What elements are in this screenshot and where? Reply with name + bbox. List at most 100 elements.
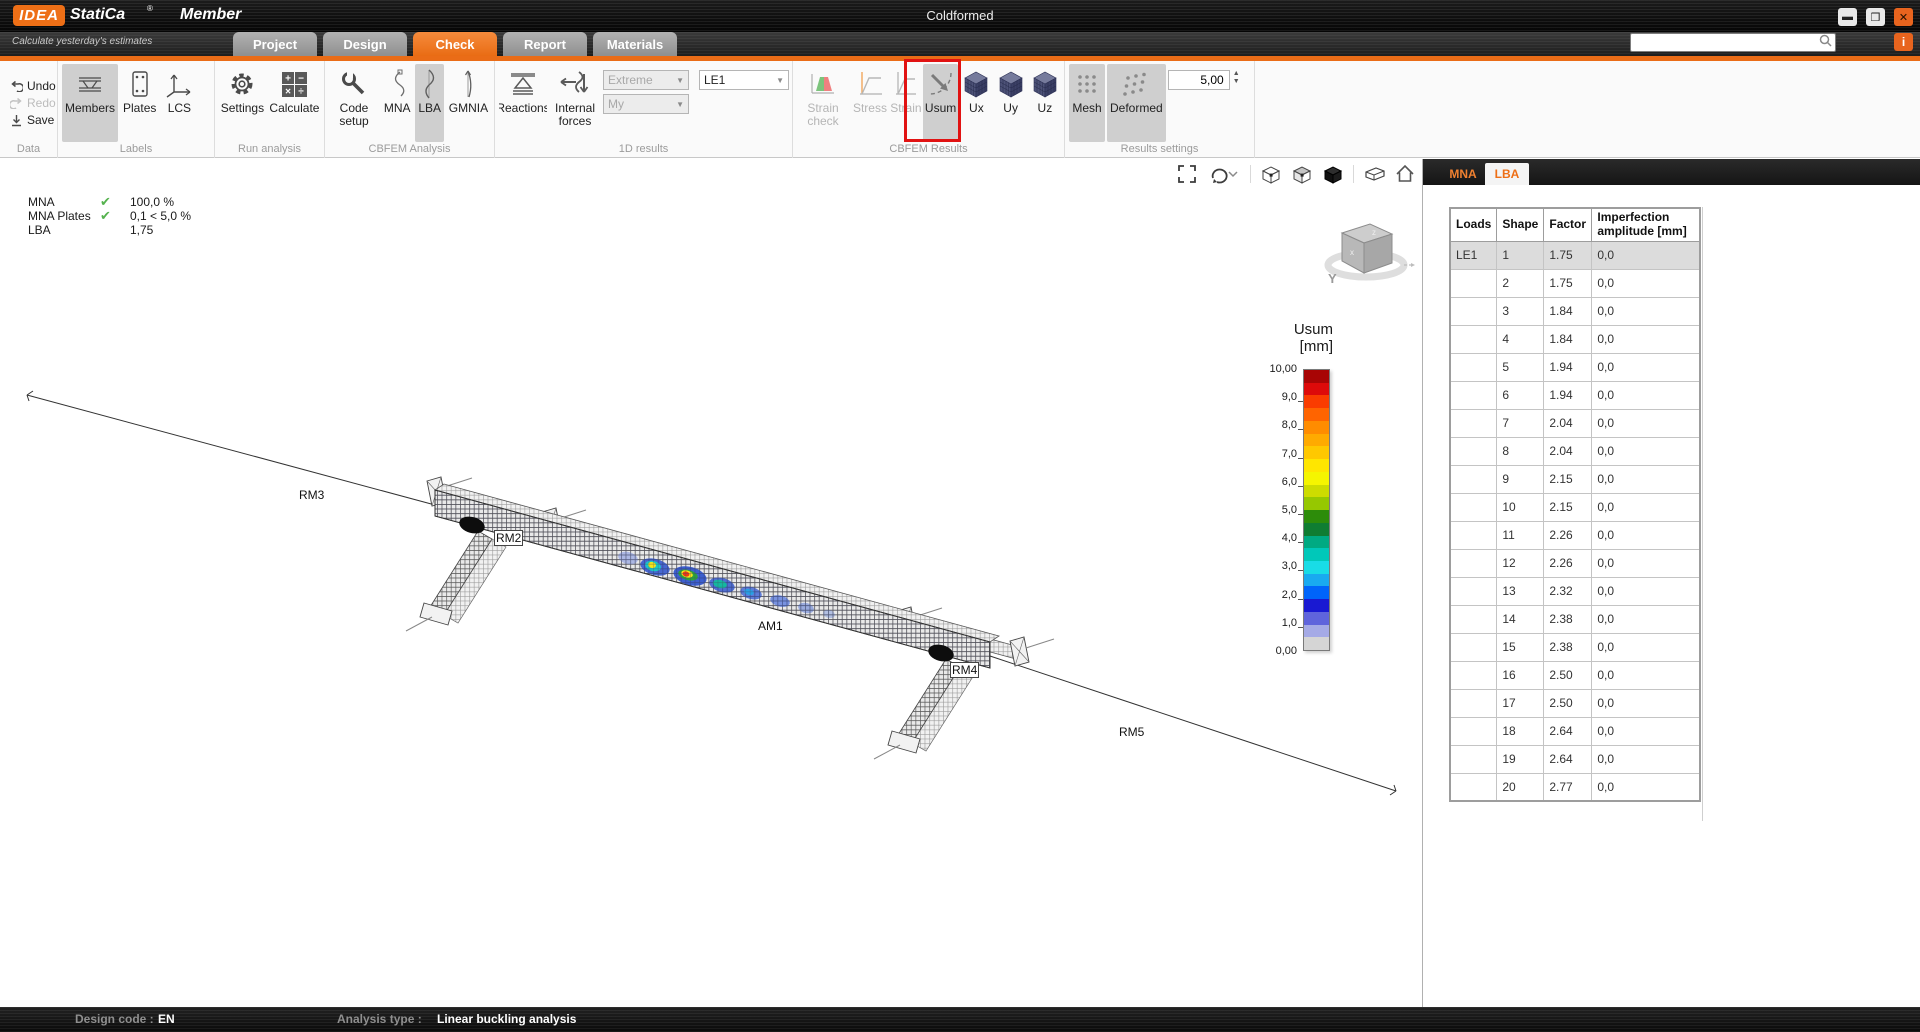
table-row[interactable]: 192.640,0 — [1450, 745, 1700, 773]
save-button[interactable]: Save — [8, 113, 58, 127]
legend-color-band — [1304, 446, 1329, 459]
zoom-fit-icon[interactable] — [1176, 163, 1198, 185]
table-cell-imperfection: 0,0 — [1592, 465, 1700, 493]
settings-gear-icon — [227, 66, 257, 102]
table-cell-factor: 2.15 — [1544, 493, 1592, 521]
scale-value-input[interactable] — [1168, 70, 1230, 90]
mna-button[interactable]: MNA — [381, 64, 413, 142]
table-cell-imperfection: 0,0 — [1592, 605, 1700, 633]
table-row[interactable]: 132.320,0 — [1450, 577, 1700, 605]
table-cell-shape: 18 — [1497, 717, 1544, 745]
tab-report[interactable]: Report — [503, 32, 587, 56]
panel-tab-lba[interactable]: LBA — [1485, 163, 1529, 185]
strain-icon — [893, 66, 919, 102]
model-viewport[interactable]: MNA ✔ 100,0 % MNA Plates ✔ 0,1 < 5,0 % L… — [0, 159, 1422, 1007]
close-button[interactable]: ✕ — [1894, 8, 1913, 26]
svg-text:x: x — [1350, 248, 1354, 257]
tab-design[interactable]: Design — [323, 32, 407, 56]
table-row[interactable]: 112.260,0 — [1450, 521, 1700, 549]
minimize-button[interactable]: ▬ — [1838, 8, 1857, 26]
gmnia-button[interactable]: GMNIA — [446, 64, 491, 142]
col-shape: Shape — [1497, 208, 1544, 241]
table-cell-factor: 2.38 — [1544, 605, 1592, 633]
tab-check[interactable]: Check — [413, 32, 497, 56]
uy-beam-icon — [997, 66, 1025, 102]
settings-button[interactable]: Settings — [219, 64, 266, 142]
spinner-down-icon[interactable]: ▼ — [1233, 78, 1240, 86]
table-row[interactable]: 152.380,0 — [1450, 633, 1700, 661]
extreme-dropdown[interactable]: Extreme▼ — [603, 70, 689, 90]
internal-forces-button[interactable]: Internal forces — [549, 64, 601, 142]
search-box[interactable] — [1630, 33, 1836, 52]
search-input[interactable] — [1631, 35, 1816, 50]
solid-view-icon[interactable] — [1322, 163, 1344, 185]
my-dropdown[interactable]: My▼ — [603, 94, 689, 114]
legend-color-band — [1304, 459, 1329, 472]
lcs-icon — [164, 66, 194, 102]
usum-button[interactable]: Usum — [923, 64, 958, 142]
uz-button[interactable]: Uz — [1029, 64, 1061, 142]
table-cell-factor: 2.04 — [1544, 437, 1592, 465]
info-button[interactable]: i — [1894, 33, 1913, 51]
table-row[interactable]: 142.380,0 — [1450, 605, 1700, 633]
panel-tab-mna[interactable]: MNA — [1441, 163, 1485, 185]
table-row[interactable]: 41.840,0 — [1450, 325, 1700, 353]
group-label-run: Run analysis — [215, 142, 324, 158]
uy-button[interactable]: Uy — [995, 64, 1027, 142]
shaded-view-icon[interactable] — [1291, 163, 1313, 185]
table-row[interactable]: 72.040,0 — [1450, 409, 1700, 437]
stress-button[interactable]: Stress — [851, 64, 889, 142]
table-row[interactable]: 202.770,0 — [1450, 773, 1700, 801]
ux-beam-icon — [962, 66, 990, 102]
table-row[interactable]: 102.150,0 — [1450, 493, 1700, 521]
table-row[interactable]: 82.040,0 — [1450, 437, 1700, 465]
home-view-icon[interactable] — [1394, 163, 1416, 185]
code-setup-button[interactable]: Code setup — [329, 64, 379, 142]
spinner-up-icon[interactable]: ▲ — [1233, 70, 1240, 78]
stress-icon — [856, 66, 884, 102]
table-row[interactable]: 162.500,0 — [1450, 661, 1700, 689]
table-cell-shape: 19 — [1497, 745, 1544, 773]
maximize-button[interactable]: ❒ — [1866, 8, 1885, 26]
design-code-label: Design code : — [75, 1012, 154, 1026]
strain-button[interactable]: Strain — [891, 64, 921, 142]
table-row[interactable]: 172.500,0 — [1450, 689, 1700, 717]
strain-check-button[interactable]: Strain check — [797, 64, 849, 142]
group-results-settings: Mesh Deformed ▲▼ Results settings — [1065, 61, 1255, 158]
table-cell-loads — [1450, 689, 1497, 717]
tab-materials[interactable]: Materials — [593, 32, 677, 56]
table-cell-factor: 2.64 — [1544, 745, 1592, 773]
ux-button[interactable]: Ux — [960, 64, 992, 142]
table-row[interactable]: 122.260,0 — [1450, 549, 1700, 577]
mesh-button[interactable]: Mesh — [1069, 64, 1105, 142]
table-row[interactable]: LE111.750,0 — [1450, 241, 1700, 269]
section-clip-icon[interactable] — [1363, 163, 1385, 185]
wireframe-view-icon[interactable] — [1260, 163, 1282, 185]
calculate-button[interactable]: +−×÷ Calculate — [268, 64, 321, 142]
reactions-button[interactable]: Reactions — [499, 64, 547, 142]
tab-project[interactable]: Project — [233, 32, 317, 56]
legend-tick-label: 3,0 — [1282, 560, 1297, 572]
table-row[interactable]: 51.940,0 — [1450, 353, 1700, 381]
table-row[interactable]: 92.150,0 — [1450, 465, 1700, 493]
deformed-scale-spinner[interactable]: ▲▼ — [1168, 64, 1240, 142]
lcs-button[interactable]: LCS — [161, 64, 197, 142]
members-button[interactable]: Members — [62, 64, 118, 142]
table-cell-loads — [1450, 409, 1497, 437]
rotate-view-icon[interactable] — [1207, 163, 1241, 185]
lba-button[interactable]: LBA — [415, 64, 444, 142]
redo-button[interactable]: Redo — [8, 96, 58, 110]
table-header-row: Loads Shape Factor Imperfection amplitud… — [1450, 208, 1700, 241]
table-row[interactable]: 182.640,0 — [1450, 717, 1700, 745]
table-row[interactable]: 31.840,0 — [1450, 297, 1700, 325]
load-case-dropdown[interactable]: LE1▼ — [699, 70, 789, 90]
table-row[interactable]: 61.940,0 — [1450, 381, 1700, 409]
result-legend: Usum [mm] 10,009,08,07,06,05,04,03,02,01… — [1247, 322, 1337, 651]
undo-button[interactable]: Undo — [8, 79, 58, 93]
table-cell-factor: 2.15 — [1544, 465, 1592, 493]
legend-color-band — [1304, 625, 1329, 638]
view-cube[interactable]: Y x z — [1320, 215, 1416, 287]
plates-button[interactable]: Plates — [120, 64, 159, 142]
deformed-button[interactable]: Deformed — [1107, 64, 1166, 142]
table-row[interactable]: 21.750,0 — [1450, 269, 1700, 297]
